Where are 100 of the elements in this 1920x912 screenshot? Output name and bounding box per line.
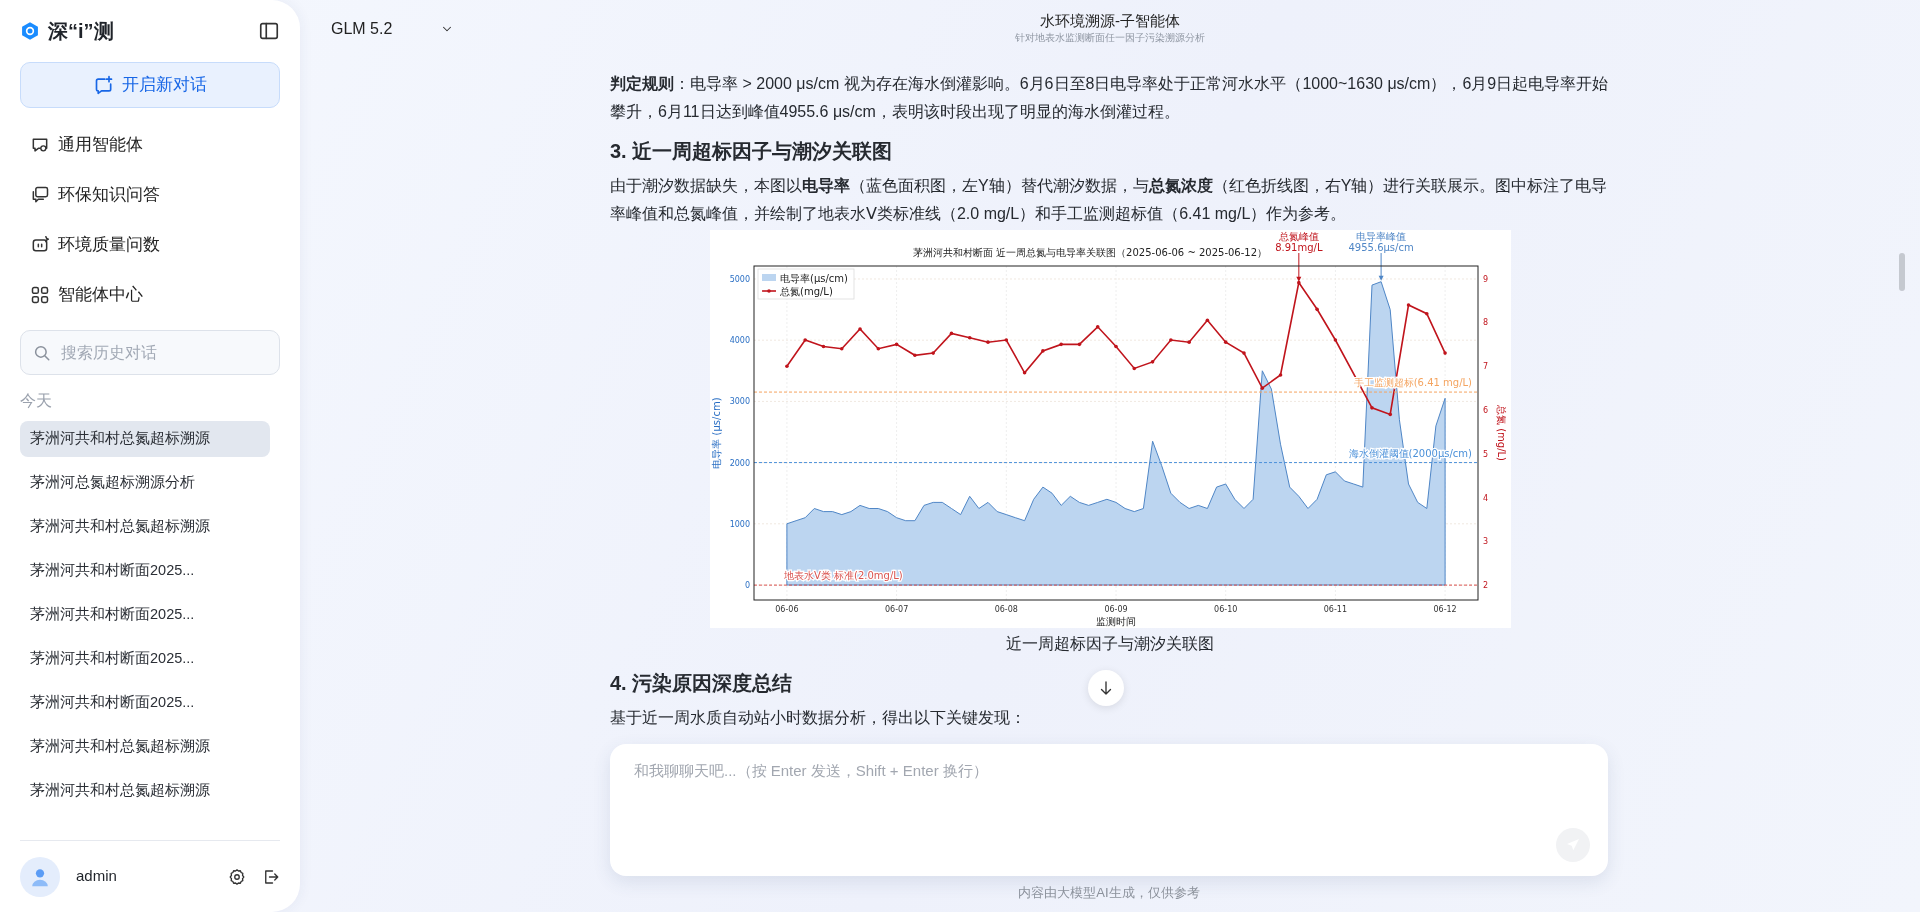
nav-item[interactable]: 环境质量问数 [20,220,280,270]
data-point [1058,342,1063,347]
history-item[interactable]: 茅洲河共和村总氮超标溯源 [20,421,270,457]
chart-title: 茅洲河共和村断面 近一周总氮与电导率关联图（2025-06-06 ~ 2025-06-12） [912,247,1267,258]
data-point [894,342,898,347]
tick-label: 06-09 [1103,605,1128,614]
scroll-down-button[interactable] [1088,670,1124,706]
brand-name: 深“i”测 [48,19,114,44]
annotation: 总氮峰值 8.91mg/L [1274,231,1322,282]
history-item[interactable]: 茅洲河共和村断面2025... [20,597,270,633]
data-point [1442,351,1447,355]
paragraph: 判定规则：电导率 > 2000 μs/cm 视为存在海水倒灌影响。6月6日至8日电导率处于正常河水水平（1000~1630 μs/cm），6月9日起电导率开始攀升，6月11日达到峰值4955.6 μs/cm，表明该时段出现了明显的海水倒灌过程。 [610,74,1610,122]
axis-title: 监测时间 [1095,616,1136,627]
legend-label: 电导率(μs/cm) [779,272,848,284]
data-point [1113,344,1118,349]
data-point [1259,386,1264,390]
new-chat-icon [93,75,114,95]
user-name: admin [76,866,118,887]
group-label: 今天 [20,391,53,411]
robot-icon [30,235,50,255]
paragraph: 由于潮汐数据缺失，本图以电导率（蓝色面积图，左Y轴）替代潮汐数据，与总氮浓度（红色折线图，右Y轴）进行关联展示。图中标注了电导率峰值和总氮峰值，并绘制了地表水Ⅴ类标准线（2.0 mg/L）和手工监测超标值（6.41 mg/L）作为参考。 [610,176,1609,224]
history-item[interactable]: 茅洲河共和村断面2025... [20,685,270,721]
tick-label: 2000 [729,458,750,468]
tick-label: 9 [1482,274,1488,284]
model-selector[interactable]: GLM 5.2 [325,16,461,42]
logout-icon[interactable] [262,867,280,886]
nav-item[interactable]: 智能体中心 [20,270,280,320]
chat-stack-icon [30,185,50,205]
search-field[interactable]: 搜索历史对话 [59,339,267,366]
tick-label: 06-12 [1432,605,1457,614]
data-point [985,340,990,344]
tick-label: 1000 [729,519,750,529]
sidebar-toggle-icon[interactable] [258,20,280,42]
tick-label: 3000 [729,397,750,407]
legend-label: 总氮(mg/L) [779,285,833,297]
data-point [1314,307,1319,312]
data-point [930,351,935,355]
scrollbar[interactable] [1899,253,1905,291]
section-heading: 3. 近一周超标因子与潮汐关联图 [610,139,893,164]
history-item[interactable]: 茅洲河总氮超标溯源分析 [20,465,270,501]
new-chat-button[interactable]: 开启新对话 [20,62,280,108]
data-point [1004,338,1008,342]
data-point [802,338,807,342]
history-item[interactable]: 茅洲河共和村断面2025... [20,641,270,677]
data-point [1022,371,1026,375]
data-point [1095,325,1099,329]
data-point [821,344,825,349]
tick-label: 3 [1482,537,1488,547]
tick-label: 8 [1482,318,1488,328]
page-title: 水环境溯源-子智能体 [1040,11,1180,30]
search-box[interactable]: 搜索历史对话 [20,330,280,375]
figure-caption: 近一周超标因子与潮汐关联图 [1005,634,1215,654]
data-point [1205,318,1209,323]
data-point [1168,338,1173,342]
tick-label: 4000 [729,336,750,346]
data-point [1278,373,1282,377]
message-input[interactable]: 和我聊聊天吧...（按 Enter 发送，Shift + Enter 换行） [632,758,1252,788]
data-point [967,336,972,340]
data-point [1406,303,1410,307]
history-item[interactable]: 茅洲河共和村总氮超标溯源 [20,509,270,545]
data-point [1241,351,1246,355]
section-heading: 4. 污染原因深度总结 [610,671,793,696]
data-point [784,364,789,369]
nav-item[interactable]: 环保知识问答 [20,170,280,220]
data-point [1186,340,1191,344]
grid-icon [30,285,50,305]
paragraph: 基于近一周水质自动站小时数据分析，得出以下关键发现： [610,708,1027,728]
data-point [1132,366,1136,371]
tick-label: 06-11 [1323,605,1347,614]
axis-title: 总氮 (mg/L) [1495,405,1507,461]
annotation: 电导率峰值 4955.6μs/cm [1348,231,1414,281]
data-point [1040,349,1045,353]
nav-item[interactable]: 通用智能体 [20,120,280,170]
tick-label: 06-08 [994,605,1018,614]
data-point [1424,311,1429,316]
history-item[interactable]: 茅洲河共和村断面2025... [20,553,270,589]
reference-label: 地表水Ⅴ类 标准(2.0mg/L) [783,570,903,582]
data-point [1369,406,1374,410]
data-point [912,353,917,358]
tick-label: 6 [1482,406,1488,415]
tick-label: 5 [1482,449,1488,459]
tick-label: 2 [1482,581,1488,591]
data-point [1296,280,1301,285]
history-item[interactable]: 茅洲河共和村总氮超标溯源 [20,773,270,809]
data-point [1387,412,1392,417]
legend-swatch [760,289,777,293]
data-point [1223,340,1227,344]
history-item[interactable]: 茅洲河共和村总氮超标溯源 [20,729,270,765]
tick-label: 7 [1482,362,1488,372]
disclaimer-text: 内容由大模型AI生成，仅供参考 [1017,884,1201,902]
tick-label: 4 [1482,493,1488,503]
axis-title: 电导率 (μs/cm) [710,397,722,469]
logo-icon [20,20,40,42]
data-point [839,346,844,351]
data-point [1077,342,1081,347]
search-icon [33,343,51,362]
settings-icon[interactable] [228,867,246,886]
legend-swatch [761,274,776,281]
data-point [949,331,953,336]
tick-label: 5000 [729,275,750,284]
